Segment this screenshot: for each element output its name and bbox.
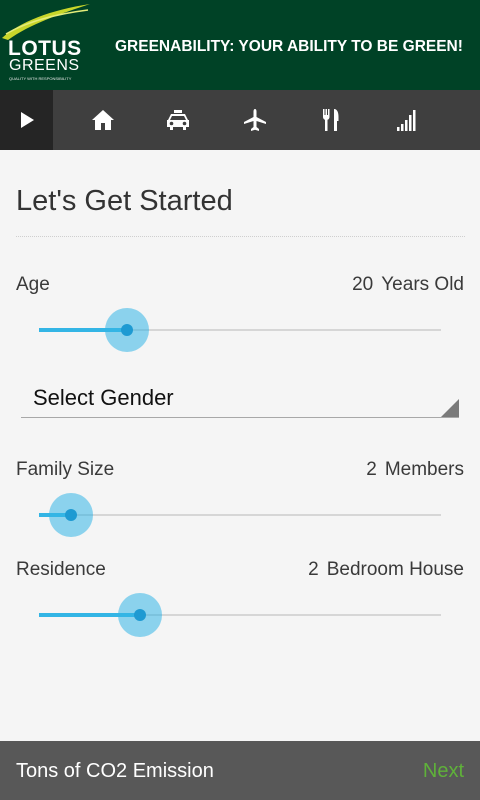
category-tab-bar xyxy=(0,90,480,150)
family-size-label: Family Size xyxy=(16,459,115,480)
lotus-greens-logo: LOTUS GREENS QUALITY WITH RESPONSIBILITY xyxy=(0,0,90,90)
age-number: 20 xyxy=(352,274,374,295)
co2-emission-label: Tons of CO2 Emission xyxy=(16,760,214,782)
dropdown-corner-icon xyxy=(441,399,459,417)
age-unit: Years Old xyxy=(381,274,464,295)
tab-food[interactable] xyxy=(305,90,357,150)
page-title: Let's Get Started xyxy=(16,185,233,217)
residence-number: 2 xyxy=(308,559,319,580)
app-header: LOTUS GREENS QUALITY WITH RESPONSIBILITY… xyxy=(0,0,480,90)
next-button[interactable]: Next xyxy=(423,759,464,783)
gender-select[interactable]: Select Gender xyxy=(21,378,459,418)
age-value: 20 Years Old xyxy=(352,273,464,297)
header-tagline: GREENABILITY: YOUR ABILITY TO BE GREEN! xyxy=(115,38,463,55)
bottom-bar: Tons of CO2 Emission Next xyxy=(0,741,480,800)
tab-start[interactable] xyxy=(0,90,53,150)
car-icon xyxy=(167,110,189,130)
gender-select-underline xyxy=(21,417,459,418)
home-icon xyxy=(92,110,114,130)
logo-subtitle: GREENS xyxy=(9,57,80,74)
title-divider xyxy=(16,236,465,237)
airplane-icon xyxy=(244,109,266,131)
family-size-value: 2 Members xyxy=(366,458,464,482)
signal-bars-icon xyxy=(397,110,416,131)
logo-title: LOTUS xyxy=(8,37,82,60)
tab-air-travel[interactable] xyxy=(229,90,281,150)
tab-transport[interactable] xyxy=(152,90,204,150)
residence-slider-thumb[interactable] xyxy=(133,609,146,621)
age-label: Age xyxy=(16,274,50,295)
residence-label: Residence xyxy=(16,559,106,580)
family-size-slider-track xyxy=(39,514,441,516)
logo-tagline: QUALITY WITH RESPONSIBILITY xyxy=(9,76,72,81)
residence-slider[interactable] xyxy=(39,590,441,640)
residence-value: 2 Bedroom House xyxy=(308,558,464,582)
family-size-number: 2 xyxy=(366,459,377,480)
family-size-slider[interactable] xyxy=(39,490,441,540)
age-slider[interactable] xyxy=(39,305,441,355)
residence-unit: Bedroom House xyxy=(326,559,464,580)
fork-knife-icon xyxy=(323,109,339,131)
gender-select-value: Select Gender xyxy=(33,385,174,410)
tab-energy[interactable] xyxy=(381,90,433,150)
play-icon xyxy=(20,112,34,128)
family-size-unit: Members xyxy=(384,459,464,480)
tab-home[interactable] xyxy=(77,90,129,150)
